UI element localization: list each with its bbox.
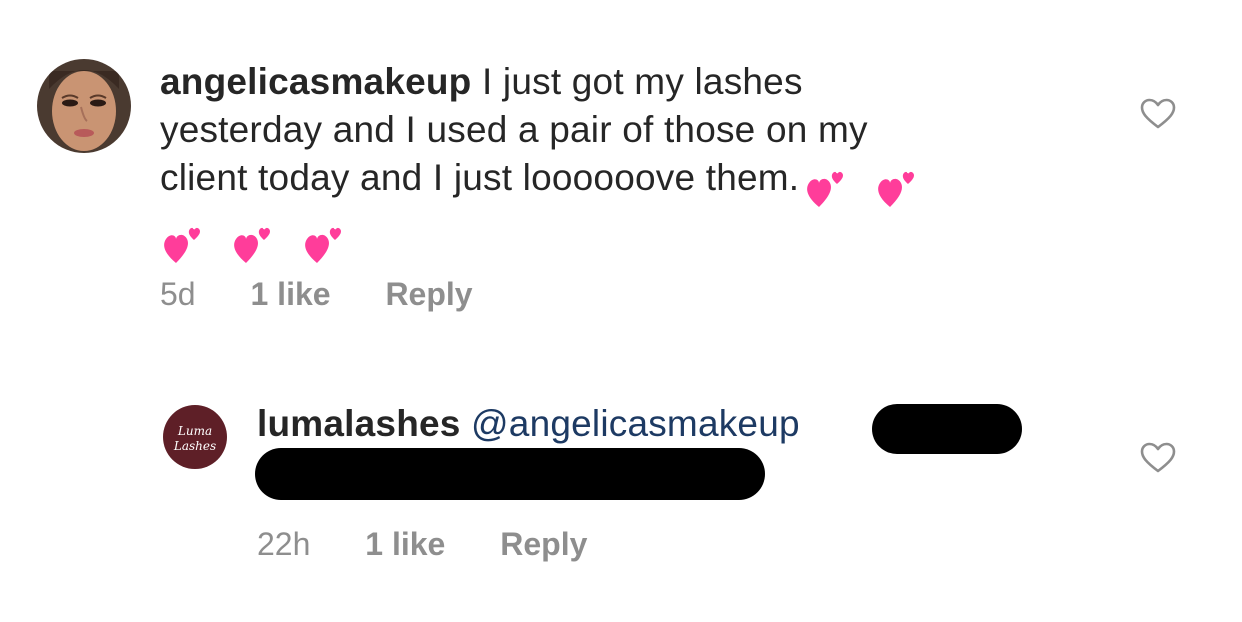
comment-meta: 5d 1 like Reply — [160, 276, 473, 313]
comment-text: angelicasmakeup I just got my lashes yes… — [160, 58, 1060, 266]
comment-reply-button[interactable]: Reply — [500, 526, 587, 563]
avatar[interactable] — [37, 59, 131, 153]
comment-text: lumalashes @angelicasmakeup — [257, 400, 957, 448]
comment-meta: 22h 1 like Reply — [257, 526, 587, 563]
comment-timestamp: 5d — [160, 276, 196, 312]
redaction-bar — [255, 448, 765, 500]
woman-portrait-avatar-icon — [37, 59, 131, 153]
comment-lumalashes: Luma Lashes lumalashes @angelicasmakeup … — [0, 380, 1242, 600]
comment-text-line: client today and I just loooooove them. — [160, 157, 800, 198]
svg-text:Lashes: Lashes — [173, 439, 216, 453]
comment-username[interactable]: lumalashes — [257, 403, 461, 444]
comment-reply-button[interactable]: Reply — [385, 276, 472, 313]
two-hearts-icon — [807, 170, 845, 208]
comment-text-line: I just got my lashes — [471, 61, 803, 102]
mention-link[interactable]: @angelicasmakeup — [461, 403, 800, 444]
emoji-group — [803, 162, 933, 210]
comment-text-line: yesterday and I used a pair of those on … — [160, 109, 868, 150]
comment-timestamp: 22h — [257, 526, 311, 562]
comment-likes-link[interactable]: 1 like — [250, 276, 330, 313]
heart-outline-icon[interactable] — [1140, 442, 1176, 474]
two-hearts-icon — [234, 226, 272, 264]
emoji-group — [160, 218, 361, 266]
redaction-bar — [872, 404, 1022, 454]
avatar[interactable]: Luma Lashes — [163, 405, 227, 469]
heart-outline-icon[interactable] — [1140, 98, 1176, 130]
two-hearts-icon — [877, 170, 916, 208]
luma-lashes-logo-icon: Luma Lashes — [163, 405, 227, 469]
comment-angelicasmakeup: angelicasmakeup I just got my lashes yes… — [0, 0, 1242, 330]
two-hearts-icon — [305, 226, 343, 264]
two-hearts-icon — [164, 226, 202, 264]
svg-text:Luma: Luma — [177, 424, 212, 438]
comment-likes-link[interactable]: 1 like — [365, 526, 445, 563]
comment-username[interactable]: angelicasmakeup — [160, 61, 471, 102]
